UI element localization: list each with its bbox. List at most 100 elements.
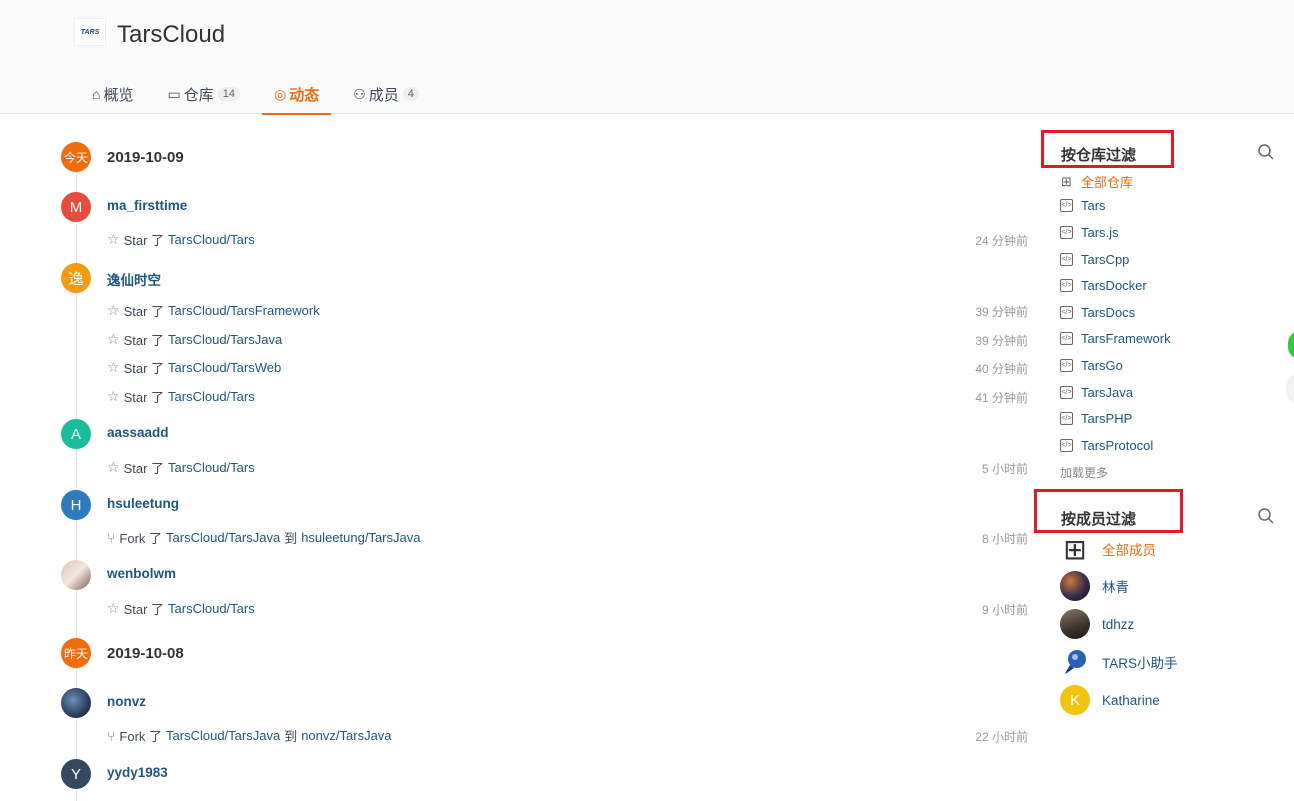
code-icon: </>: [1060, 306, 1073, 319]
star-icon: ☆: [107, 459, 120, 475]
feed-username[interactable]: wenbolwm: [107, 566, 176, 581]
star-icon: ☆: [107, 600, 120, 616]
star-icon: ☆: [107, 302, 120, 318]
repo-link[interactable]: TarsCloud/TarsWeb: [168, 360, 281, 375]
repo-filter-title: 按仓库过滤: [1061, 147, 1137, 164]
code-icon: </>: [1060, 332, 1073, 345]
activity-time: 9 小时前: [981, 603, 1028, 617]
floating-widget[interactable]: [1288, 375, 1294, 403]
activity-time: 5 小时前: [981, 462, 1028, 476]
feed-username[interactable]: hsuleetung: [107, 496, 179, 511]
feed-username[interactable]: ma_firsttime: [107, 198, 187, 213]
activity-icon: ◎: [273, 85, 287, 102]
feed-username[interactable]: yydy1983: [107, 765, 168, 780]
member-filter-item[interactable]: K Katharine: [1060, 685, 1160, 715]
avatar[interactable]: Y: [61, 759, 91, 789]
repo-filter-item[interactable]: </> TarsDocs: [1060, 305, 1135, 320]
feed-username[interactable]: aassaadd: [107, 425, 169, 440]
activity-item: ☆ Star 了 TarsCloud/Tars: [107, 231, 255, 248]
activity-item: ☆ Star 了 TarsCloud/TarsWeb: [107, 359, 282, 376]
search-icon[interactable]: [1257, 507, 1275, 525]
repo-link[interactable]: TarsCloud/TarsFramework: [168, 303, 320, 318]
star-icon: ☆: [107, 331, 120, 347]
repo-count-badge: 14: [217, 87, 240, 101]
repo-link[interactable]: TarsCloud/Tars: [168, 232, 255, 247]
avatar[interactable]: M: [61, 192, 91, 222]
avatar: [1060, 609, 1090, 639]
avatar[interactable]: A: [61, 419, 91, 449]
code-icon: </>: [1060, 199, 1073, 212]
repo-filter-item[interactable]: </> TarsProtocol: [1060, 438, 1153, 453]
repo-icon: ▭: [167, 85, 181, 102]
avatar: [1060, 571, 1090, 601]
fork-target-link[interactable]: nonvz/TarsJava: [301, 728, 391, 743]
activity-item: ☆ Star 了 TarsCloud/TarsFramework: [107, 302, 320, 319]
code-icon: </>: [1060, 253, 1073, 266]
activity-time: 39 分钟前: [975, 334, 1028, 348]
repo-filter-item[interactable]: </> TarsCpp: [1060, 252, 1129, 267]
repo-link[interactable]: TarsCloud/Tars: [168, 601, 255, 616]
repo-filter-all[interactable]: ⊞ 全部仓库: [1060, 172, 1133, 191]
home-icon: ⌂: [92, 86, 101, 102]
repo-link[interactable]: TarsCloud/Tars: [168, 460, 255, 475]
repo-filter-item[interactable]: </> TarsFramework: [1060, 331, 1171, 346]
avatar: K: [1060, 685, 1090, 715]
feed-username[interactable]: 逸仙时空: [107, 269, 161, 289]
avatar[interactable]: [61, 688, 91, 718]
org-logo[interactable]: TARS: [74, 18, 106, 46]
activity-time: 22 小时前: [975, 730, 1028, 744]
avatar[interactable]: H: [61, 490, 91, 520]
member-filter-title: 按成员过滤: [1061, 511, 1137, 528]
member-count-badge: 4: [402, 87, 419, 101]
date-badge-today: 今天: [61, 142, 91, 172]
code-icon: </>: [1060, 439, 1073, 452]
repo-filter-item[interactable]: </> Tars: [1060, 198, 1106, 213]
tars-logo-icon: [1064, 650, 1086, 675]
member-filter-all[interactable]: ⊞ 全部成员: [1060, 534, 1156, 564]
tab-members[interactable]: ⚇ 成员 4: [341, 74, 431, 114]
grid-icon: ⊞: [1063, 534, 1087, 564]
activity-item: ☆ Star 了 TarsCloud/Tars: [107, 600, 255, 617]
load-more-link[interactable]: 加载更多: [1060, 464, 1108, 481]
date-badge-yesterday: 昨天: [61, 638, 91, 668]
repo-filter-item[interactable]: </> TarsGo: [1060, 358, 1123, 373]
fork-target-link[interactable]: hsuleetung/TarsJava: [301, 530, 420, 545]
repo-link[interactable]: TarsCloud/TarsJava: [168, 332, 282, 347]
date-heading: 2019-10-08: [107, 645, 184, 662]
code-icon: </>: [1060, 412, 1073, 425]
search-icon[interactable]: [1257, 143, 1275, 161]
star-icon: ☆: [107, 388, 120, 404]
star-icon: ☆: [107, 359, 120, 375]
repo-filter-item[interactable]: </> TarsJava: [1060, 385, 1133, 400]
repo-link[interactable]: TarsCloud/TarsJava: [166, 530, 280, 545]
activity-time: 8 小时前: [981, 532, 1028, 546]
members-icon: ⚇: [353, 85, 366, 102]
member-filter-item[interactable]: 林青: [1060, 571, 1129, 601]
member-filter-item[interactable]: TARS小助手: [1060, 647, 1178, 677]
activity-item: ☆ Star 了 TarsCloud/Tars: [107, 459, 255, 476]
fork-icon: ⑂: [107, 727, 116, 744]
star-icon: ☆: [107, 231, 120, 247]
avatar[interactable]: 逸: [61, 263, 91, 293]
repo-filter-item[interactable]: </> TarsDocker: [1060, 278, 1147, 293]
activity-time: 39 分钟前: [975, 305, 1028, 319]
activity-item: ☆ Star 了 TarsCloud/Tars: [107, 388, 255, 405]
activity-time: 24 分钟前: [975, 234, 1028, 248]
org-header: TARS TarsCloud ⌂ 概览 ▭ 仓库 14 ◎ 动态 ⚇ 成员 4: [0, 0, 1294, 115]
tab-activity[interactable]: ◎ 动态: [261, 74, 332, 115]
code-icon: </>: [1060, 386, 1073, 399]
date-heading: 2019-10-09: [107, 149, 184, 166]
floating-widget[interactable]: [1288, 331, 1294, 359]
member-filter-item[interactable]: tdhzz: [1060, 609, 1134, 639]
repo-link[interactable]: TarsCloud/TarsJava: [166, 728, 280, 743]
tab-overview[interactable]: ⌂ 概览: [80, 74, 145, 114]
feed-username[interactable]: nonvz: [107, 694, 146, 709]
avatar[interactable]: [61, 560, 91, 590]
repo-filter-item[interactable]: </> TarsPHP: [1060, 411, 1132, 426]
tab-repositories[interactable]: ▭ 仓库 14: [155, 74, 252, 114]
activity-item: ⑂ Fork 了 TarsCloud/TarsJava 到 hsuleetung…: [107, 529, 421, 547]
org-name[interactable]: TarsCloud: [117, 21, 225, 49]
activity-time: 40 分钟前: [975, 362, 1028, 376]
repo-filter-item[interactable]: </> Tars.js: [1060, 225, 1119, 240]
repo-link[interactable]: TarsCloud/Tars: [168, 389, 255, 404]
